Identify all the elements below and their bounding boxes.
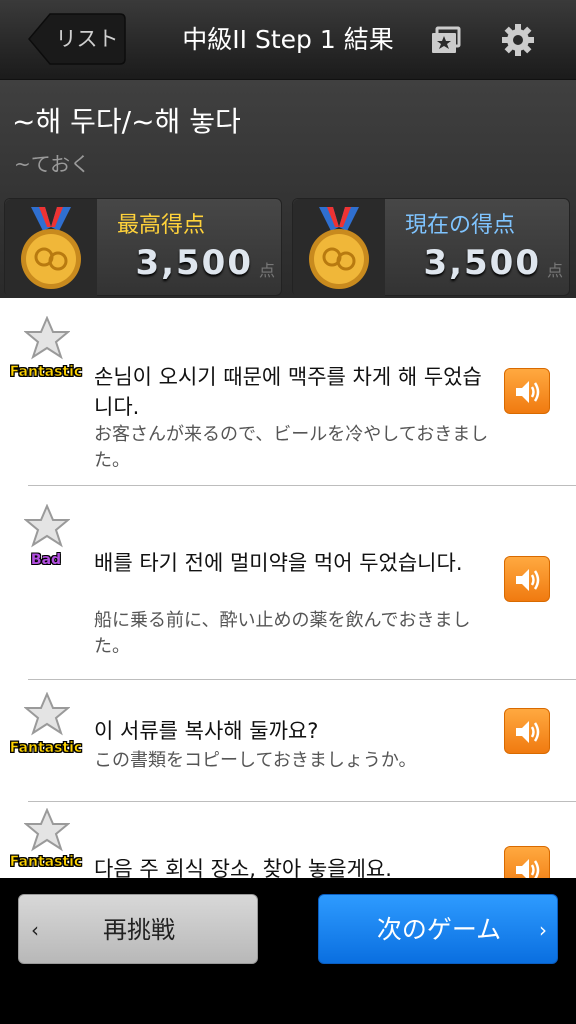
result-header: ~해 두다/~해 놓다 ~ておく 最高得点 3,500 点 現在の得点 3,50… [0, 80, 576, 298]
korean-sentence: 이 서류를 복사해 둘까요? [94, 719, 319, 743]
list-item: Fantastic 손님이 오시기 때문에 맥주를 차게 해 두었습니다. お客… [0, 298, 576, 486]
next-game-button[interactable]: 次のゲーム › [318, 894, 558, 964]
korean-sentence: 배를 타기 전에 멀미약을 먹어 두었습니다. [94, 551, 463, 575]
best-score-card: 最高得点 3,500 点 [4, 198, 282, 297]
grammar-title: ~해 두다/~해 놓다 [12, 105, 241, 138]
star-icon [24, 808, 70, 852]
speaker-icon [516, 859, 540, 878]
best-score-label: 最高得点 [117, 213, 206, 238]
back-button-label: リスト [55, 27, 119, 51]
retry-button-label: 再挑戦 [103, 916, 175, 944]
speaker-icon [516, 381, 540, 403]
next-game-button-label: 次のゲーム [376, 915, 502, 944]
japanese-translation: 船に乗る前に、酔い止めの薬を飲んでおきました。 [94, 610, 471, 657]
list-item: Fantastic 다음 주 회식 장소, 찾아 놓을게요. [0, 802, 576, 878]
korean-sentence: 다음 주 회식 장소, 찾아 놓을게요. [94, 857, 392, 878]
medal-icon [5, 199, 97, 297]
speaker-icon [516, 721, 540, 743]
japanese-translation: お客さんが来るので、ビールを冷やしておきました。 [94, 424, 489, 471]
back-button[interactable]: リスト [28, 13, 126, 65]
star-icon [24, 316, 70, 360]
rating-badge: Fantastic [9, 364, 83, 381]
current-score-label: 現在の得点 [405, 213, 516, 238]
page-title: 中級II Step 1 結果 [182, 25, 394, 54]
list-item: Bad 배를 타기 전에 멀미약을 먹어 두었습니다. 船に乗る前に、酔い止めの… [0, 486, 576, 680]
retry-button[interactable]: ‹ 再挑戦 [18, 894, 258, 964]
play-audio-button[interactable] [504, 846, 550, 878]
play-audio-button[interactable] [504, 708, 550, 754]
sentence-list[interactable]: Fantastic 손님이 오시기 때문에 맥주를 차게 해 두었습니다. お客… [0, 298, 576, 878]
korean-sentence: 손님이 오시기 때문에 맥주를 차게 해 두었습니다. [94, 365, 482, 419]
rating-badge: Bad [30, 552, 62, 568]
grammar-subtitle: ~ておく [14, 152, 91, 176]
medal-icon [293, 199, 385, 297]
list-item: Fantastic 이 서류를 복사해 둘까요? この書類をコピーしておきましょ… [0, 680, 576, 802]
speaker-icon [516, 569, 540, 591]
navigation-bar: リスト 中級II Step 1 結果 [0, 0, 576, 80]
current-score-card: 現在の得点 3,500 点 [292, 198, 570, 297]
chevron-right-icon: › [539, 918, 547, 942]
best-score-unit: 点 [258, 261, 275, 280]
play-audio-button[interactable] [504, 368, 550, 414]
star-icon [24, 504, 70, 548]
current-score-value: 3,500 [423, 243, 541, 283]
bookmark-star-icon[interactable] [428, 20, 468, 60]
play-audio-button[interactable] [504, 556, 550, 602]
star-icon [24, 692, 70, 736]
rating-badge: Fantastic [9, 854, 83, 871]
japanese-translation: この書類をコピーしておきましょうか。 [94, 750, 417, 771]
current-score-unit: 点 [546, 261, 563, 280]
rating-badge: Fantastic [9, 740, 83, 757]
bottom-toolbar: ‹ 再挑戦 次のゲーム › [0, 878, 576, 1024]
best-score-value: 3,500 [135, 243, 253, 283]
gear-icon[interactable] [498, 20, 538, 60]
